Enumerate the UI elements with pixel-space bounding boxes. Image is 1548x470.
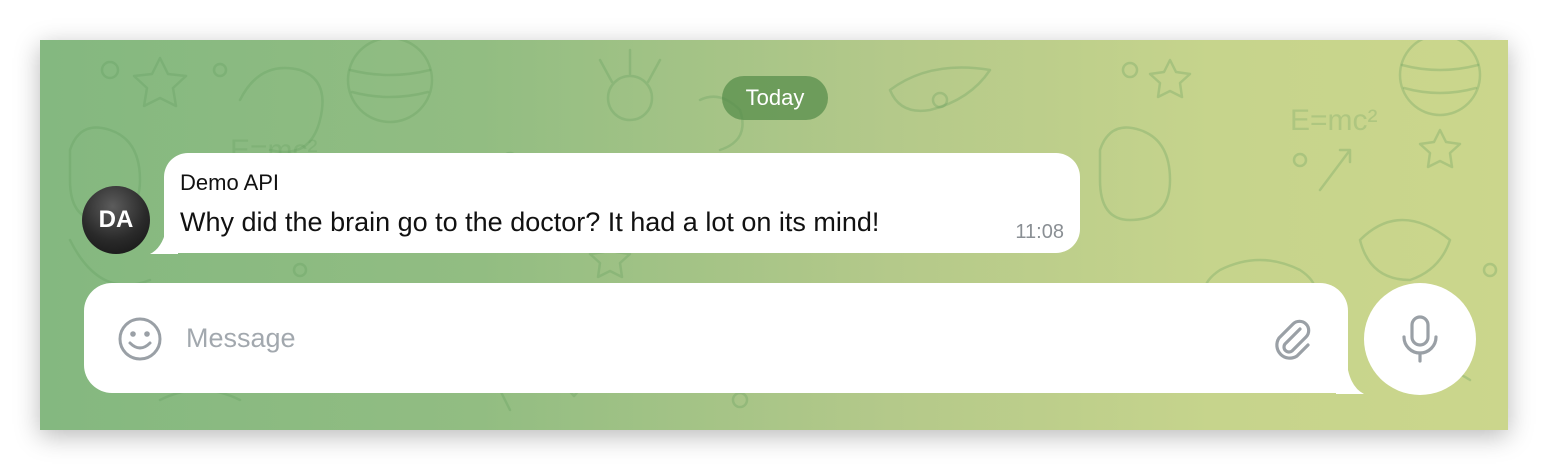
message-time: 11:08 — [1015, 221, 1064, 243]
chat-window: E=mc² E=mc² Today DA Demo API Why did th… — [40, 40, 1508, 430]
message-input[interactable] — [186, 313, 1246, 363]
avatar[interactable]: DA — [82, 186, 150, 254]
date-separator: Today — [722, 76, 828, 120]
svg-text:E=mc²: E=mc² — [1290, 104, 1378, 137]
paperclip-icon[interactable] — [1268, 315, 1316, 363]
message-sender[interactable]: Demo API — [180, 170, 279, 196]
smiley-icon[interactable] — [116, 315, 164, 363]
microphone-icon — [1402, 315, 1438, 363]
message-text: Why did the brain go to the doctor? It h… — [180, 207, 880, 237]
message-bubble[interactable]: Demo API Why did the brain go to the doc… — [164, 153, 1080, 253]
microphone-button[interactable] — [1364, 283, 1476, 395]
message-composer — [84, 283, 1348, 393]
